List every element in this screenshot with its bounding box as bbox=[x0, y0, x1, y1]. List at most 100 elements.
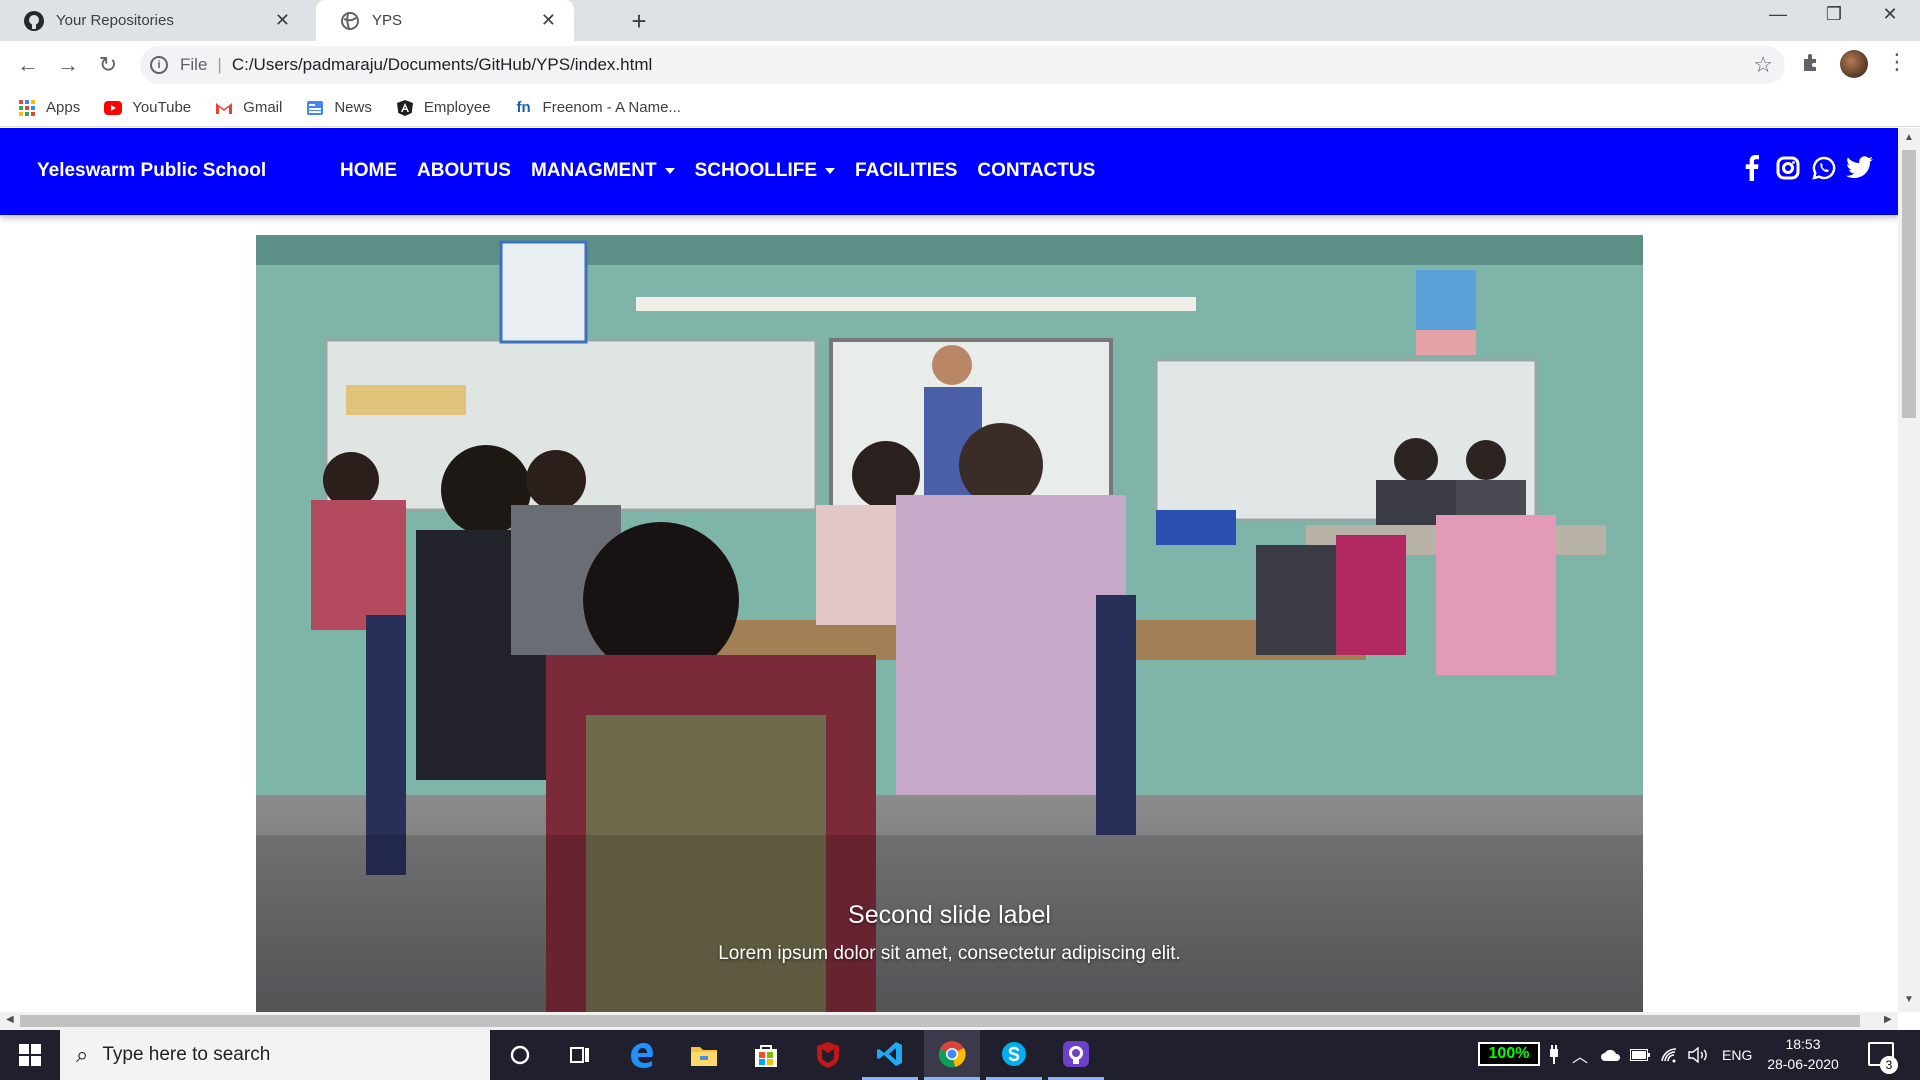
windows-logo-icon bbox=[19, 1044, 41, 1066]
nav-managment-dropdown[interactable]: MANAGMENT bbox=[531, 160, 675, 182]
bookmark-youtube[interactable]: YouTube bbox=[104, 99, 191, 117]
bookmarks-bar: Apps YouTube Gmail News Employee fn Free… bbox=[0, 89, 1920, 127]
clock-time: 18:53 bbox=[1785, 1036, 1821, 1052]
bookmark-employee[interactable]: Employee bbox=[396, 99, 491, 117]
mcafee-shield-icon[interactable] bbox=[800, 1030, 856, 1080]
close-tab-icon[interactable]: ✕ bbox=[541, 10, 556, 31]
tab-your-repositories[interactable]: Your Repositories ✕ bbox=[0, 0, 308, 41]
caret-down-icon bbox=[664, 168, 675, 174]
social-links bbox=[1730, 154, 1874, 182]
battery-percentage[interactable]: 100% bbox=[1478, 1042, 1540, 1066]
close-tab-icon[interactable]: ✕ bbox=[275, 10, 290, 31]
nav-links: HOME ABOUTUS MANAGMENT SCHOOLLIFE FACILI… bbox=[340, 160, 1115, 182]
search-placeholder: Type here to search bbox=[102, 1044, 271, 1065]
youtube-icon bbox=[104, 99, 123, 117]
angular-icon bbox=[396, 99, 414, 117]
nav-aboutus[interactable]: ABOUTUS bbox=[417, 160, 511, 182]
language-indicator[interactable]: ENG bbox=[1722, 1030, 1752, 1080]
clock-date: 28-06-2020 bbox=[1767, 1056, 1839, 1072]
nav-schoollife-dropdown[interactable]: SCHOOLLIFE bbox=[694, 160, 836, 182]
bookmark-label: News bbox=[334, 99, 372, 116]
tab-title: Your Repositories bbox=[56, 12, 174, 29]
nav-label: ABOUTUS bbox=[417, 160, 511, 181]
back-arrow-icon[interactable]: ← bbox=[12, 49, 44, 81]
bookmark-star-icon[interactable]: ☆ bbox=[1753, 52, 1773, 78]
url-text[interactable]: C:/Users/padmaraju/Documents/GitHub/YPS/… bbox=[232, 55, 652, 75]
gmail-icon bbox=[215, 99, 233, 117]
tab-yps[interactable]: YPS ✕ bbox=[316, 0, 574, 41]
scroll-down-arrow-icon[interactable]: ▼ bbox=[1904, 994, 1914, 1005]
horizontal-scroll-thumb[interactable] bbox=[20, 1015, 1860, 1027]
bookmark-label: Apps bbox=[46, 99, 81, 116]
globe-icon bbox=[340, 11, 360, 31]
scroll-left-arrow-icon[interactable]: ◀ bbox=[6, 1014, 14, 1025]
more-menu-icon[interactable]: ⋮ bbox=[1886, 49, 1908, 75]
minimize-icon[interactable]: — bbox=[1758, 4, 1798, 25]
tab-strip: Your Repositories ✕ YPS ✕ + — ❐ ✕ bbox=[0, 0, 1920, 41]
browser-toolbar: ← → ↻ i File | C:/Users/padmaraju/Docume… bbox=[0, 41, 1920, 89]
vertical-scrollbar[interactable]: ▲ ▼ bbox=[1898, 128, 1920, 1012]
vscode-icon[interactable] bbox=[862, 1030, 918, 1080]
chrome-icon[interactable] bbox=[924, 1030, 980, 1080]
file-explorer-icon[interactable] bbox=[676, 1030, 732, 1080]
battery-icon[interactable] bbox=[1630, 1030, 1650, 1080]
horizontal-scrollbar[interactable]: ◀ ▶ bbox=[0, 1012, 1898, 1030]
close-window-icon[interactable]: ✕ bbox=[1870, 4, 1910, 25]
restore-icon[interactable]: ❐ bbox=[1814, 4, 1854, 25]
freenom-icon: fn bbox=[516, 99, 531, 116]
nav-label: HOME bbox=[340, 160, 397, 181]
address-bar[interactable]: i File | C:/Users/padmaraju/Documents/Gi… bbox=[140, 46, 1785, 84]
nav-label: CONTACTUS bbox=[977, 160, 1096, 181]
site-brand[interactable]: Yeleswarm Public School bbox=[37, 160, 266, 182]
volume-icon[interactable] bbox=[1688, 1030, 1710, 1080]
forward-arrow-icon[interactable]: → bbox=[52, 49, 84, 81]
bookmark-label: Freenom - A Name... bbox=[542, 99, 681, 116]
bookmark-label: YouTube bbox=[132, 99, 192, 116]
task-view-icon[interactable] bbox=[552, 1030, 608, 1080]
carousel-caption-title: Second slide label bbox=[848, 901, 1051, 929]
store-icon[interactable] bbox=[738, 1030, 794, 1080]
start-button[interactable] bbox=[0, 1030, 60, 1080]
profile-avatar[interactable] bbox=[1840, 50, 1868, 78]
tab-title: YPS bbox=[372, 12, 403, 29]
power-plug-icon[interactable] bbox=[1548, 1030, 1560, 1080]
nav-label: SCHOOLLIFE bbox=[694, 160, 818, 181]
hero-carousel[interactable]: Second slide label Lorem ipsum dolor sit… bbox=[256, 235, 1643, 1030]
taskbar-clock[interactable]: 18:53 28-06-2020 bbox=[1758, 1034, 1848, 1074]
carousel-caption-text: Lorem ipsum dolor sit amet, consectetur … bbox=[718, 943, 1181, 964]
skype-icon[interactable] bbox=[986, 1030, 1042, 1080]
bookmark-news[interactable]: News bbox=[306, 99, 372, 117]
notification-count-badge: 3 bbox=[1880, 1056, 1898, 1074]
bookmark-apps[interactable]: Apps bbox=[18, 99, 80, 117]
github-icon bbox=[24, 10, 44, 31]
scroll-up-arrow-icon[interactable]: ▲ bbox=[1904, 132, 1914, 143]
nav-label: FACILITIES bbox=[855, 160, 958, 181]
info-icon[interactable]: i bbox=[150, 56, 168, 74]
nav-facilities[interactable]: FACILITIES bbox=[855, 160, 957, 182]
twitter-icon[interactable] bbox=[1846, 154, 1874, 182]
reload-icon[interactable]: ↻ bbox=[92, 49, 124, 81]
taskbar-search-box[interactable]: ⌕ Type here to search bbox=[60, 1030, 490, 1080]
github-desktop-icon[interactable] bbox=[1048, 1030, 1104, 1080]
bookmark-gmail[interactable]: Gmail bbox=[215, 99, 282, 117]
cortana-icon[interactable] bbox=[492, 1030, 548, 1080]
facebook-icon[interactable] bbox=[1738, 154, 1766, 182]
wifi-icon[interactable] bbox=[1660, 1030, 1680, 1080]
instagram-icon[interactable] bbox=[1774, 154, 1802, 182]
bookmark-freenom[interactable]: fn Freenom - A Name... bbox=[515, 99, 681, 117]
edge-icon[interactable] bbox=[614, 1030, 670, 1080]
extensions-puzzle-icon[interactable] bbox=[1800, 51, 1822, 79]
scroll-right-arrow-icon[interactable]: ▶ bbox=[1884, 1014, 1892, 1025]
site-navbar: Yeleswarm Public School HOME ABOUTUS MAN… bbox=[0, 128, 1898, 215]
show-hidden-icons-chevron-icon[interactable]: ︿ bbox=[1572, 1030, 1588, 1080]
nav-home[interactable]: HOME bbox=[340, 160, 397, 182]
onedrive-cloud-icon[interactable] bbox=[1600, 1030, 1622, 1080]
whatsapp-icon[interactable] bbox=[1810, 154, 1838, 182]
search-icon: ⌕ bbox=[76, 1042, 89, 1067]
separator: | bbox=[217, 55, 222, 74]
nav-contactus[interactable]: CONTACTUS bbox=[977, 160, 1095, 182]
page-viewport: Yeleswarm Public School HOME ABOUTUS MAN… bbox=[0, 128, 1920, 1030]
nav-label: MANAGMENT bbox=[530, 160, 657, 181]
new-tab-icon[interactable]: + bbox=[624, 6, 654, 37]
vertical-scroll-thumb[interactable] bbox=[1902, 150, 1916, 418]
